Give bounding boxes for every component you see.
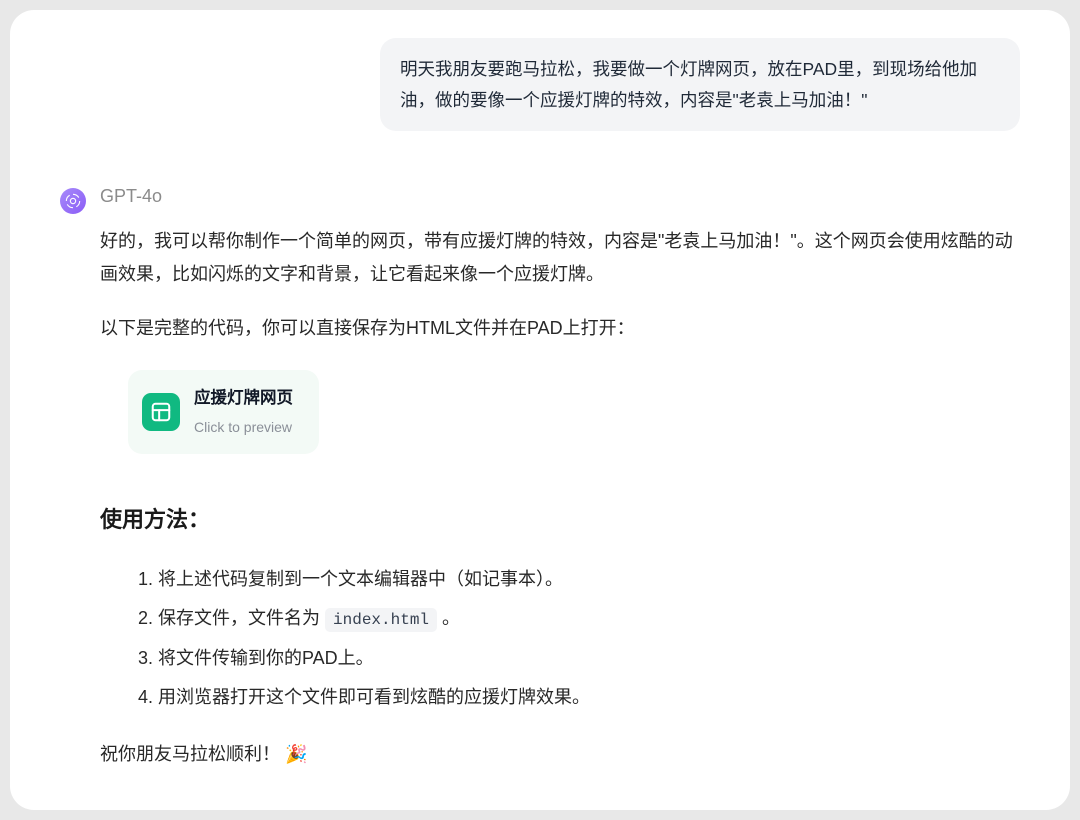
usage-step-3-text: 将文件传输到你的PAD上。 xyxy=(158,648,374,668)
preview-title: 应援灯牌网页 xyxy=(194,384,293,414)
preview-subtitle: Click to preview xyxy=(194,415,293,440)
party-popper-icon: 🎉 xyxy=(285,744,307,764)
closing-text: 祝你朋友马拉松顺利！ xyxy=(100,744,280,764)
usage-step-1-text: 将上述代码复制到一个文本编辑器中（如记事本）。 xyxy=(158,569,563,589)
user-message-text: 明天我朋友要跑马拉松，我要做一个灯牌网页，放在PAD里，到现场给他加油，做的要像… xyxy=(400,59,977,110)
user-message-bubble[interactable]: 明天我朋友要跑马拉松，我要做一个灯牌网页，放在PAD里，到现场给他加油，做的要像… xyxy=(380,38,1020,131)
model-name-label: GPT-4o xyxy=(100,186,1020,207)
usage-step-2: 保存文件，文件名为 index.html 。 xyxy=(158,603,1020,635)
usage-step-3: 将文件传输到你的PAD上。 xyxy=(158,643,1020,675)
chat-container: 明天我朋友要跑马拉松，我要做一个灯牌网页，放在PAD里，到现场给他加油，做的要像… xyxy=(10,10,1070,810)
usage-steps-list: 将上述代码复制到一个文本编辑器中（如记事本）。 保存文件，文件名为 index.… xyxy=(100,564,1020,714)
response-paragraph-1: 好的，我可以帮你制作一个简单的网页，带有应援灯牌的特效，内容是"老袁上马加油！"… xyxy=(100,225,1020,290)
assistant-message: GPT-4o 好的，我可以帮你制作一个简单的网页，带有应援灯牌的特效，内容是"老… xyxy=(60,186,1020,770)
usage-step-4-text: 用浏览器打开这个文件即可看到炫酷的应援灯牌效果。 xyxy=(158,687,590,707)
assistant-response: 好的，我可以帮你制作一个简单的网页，带有应援灯牌的特效，内容是"老袁上马加油！"… xyxy=(100,225,1020,770)
assistant-avatar-icon xyxy=(60,188,86,214)
layout-icon xyxy=(142,393,180,431)
response-paragraph-2: 以下是完整的代码，你可以直接保存为HTML文件并在PAD上打开： xyxy=(100,312,1020,344)
assistant-body: GPT-4o 好的，我可以帮你制作一个简单的网页，带有应援灯牌的特效，内容是"老… xyxy=(100,186,1020,770)
filename-code: index.html xyxy=(325,608,437,632)
usage-step-1: 将上述代码复制到一个文本编辑器中（如记事本）。 xyxy=(158,564,1020,596)
usage-heading: 使用方法： xyxy=(100,500,1020,540)
code-preview-card[interactable]: 应援灯牌网页 Click to preview xyxy=(128,370,319,454)
user-message-row: 明天我朋友要跑马拉松，我要做一个灯牌网页，放在PAD里，到现场给他加油，做的要像… xyxy=(60,38,1020,131)
usage-step-2-text-b: 。 xyxy=(437,608,460,628)
usage-step-4: 用浏览器打开这个文件即可看到炫酷的应援灯牌效果。 xyxy=(158,682,1020,714)
closing-line: 祝你朋友马拉松顺利！ 🎉 xyxy=(100,738,1020,770)
preview-text: 应援灯牌网页 Click to preview xyxy=(194,384,293,440)
usage-step-2-text-a: 保存文件，文件名为 xyxy=(158,608,325,628)
